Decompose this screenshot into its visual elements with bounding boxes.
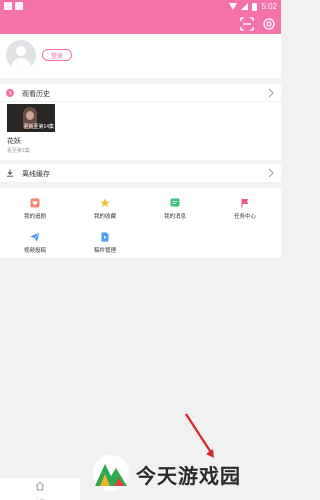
home-icon [35,481,45,491]
manuscript-management-label: 稿件管理 [93,248,116,254]
video-file-icon [101,232,109,242]
history-item-progress: 看至第1集 [7,148,30,154]
offline-cache-title: 离线缓存 [22,171,50,178]
user-card: 登录 [0,34,281,78]
download-icon [6,169,14,177]
chevron-right-icon [268,88,274,98]
paper-plane-icon [30,232,40,242]
history-clock-icon [6,89,14,97]
my-following-label: 我的追剧 [23,214,46,220]
wifi-icon [229,3,238,10]
message-icon [170,198,180,207]
offline-cache-row[interactable]: 离线缓存 [0,164,281,182]
avatar[interactable] [6,40,36,70]
clock: 5:02 [261,2,277,11]
notification-icon [4,2,12,10]
login-button[interactable]: 登录 [42,49,72,61]
watermark-logo-icon [93,455,129,491]
flag-icon [241,198,249,208]
notification-icons [4,2,23,10]
signal-icon [241,3,249,10]
tab-home[interactable]: 首页 [0,478,80,500]
video-submit-button[interactable]: 视频投稿 [0,232,70,258]
app-notification-icon [15,2,23,10]
my-favorites-button[interactable]: 我的收藏 [70,198,140,224]
task-center-label: 任务中心 [233,214,256,220]
history-item-title[interactable]: 花妖 [7,136,21,146]
watermark-text: 今天游戏园 [136,464,241,488]
watch-history-title: 观看历史 [22,91,50,98]
heart-tag-icon [30,198,40,208]
scan-icon[interactable] [240,17,254,31]
watch-history-header[interactable]: 观看历史 [0,84,281,102]
my-messages-label: 我的消息 [163,214,186,220]
status-bar: 5:02 [0,0,281,14]
manuscript-management-button[interactable]: 稿件管理 [70,232,140,258]
video-submit-label: 视频投稿 [23,248,46,254]
my-following-button[interactable]: 我的追剧 [0,198,70,224]
chevron-right-icon [268,168,274,178]
star-icon [100,198,110,207]
history-thumbnail[interactable]: 更新至第14集 [7,104,55,132]
task-center-button[interactable]: 任务中心 [210,198,280,224]
watermark: 今天游戏园 [88,452,281,500]
my-messages-button[interactable]: 我的消息 [140,198,210,224]
profile-header [0,14,281,34]
my-favorites-label: 我的收藏 [93,214,116,220]
gear-icon[interactable] [262,17,276,31]
battery-icon [252,2,258,11]
function-grid: 我的追剧 我的收藏 我的消息 任务中心 视频投稿 稿件管理 [0,188,281,258]
episode-badge: 更新至第14集 [23,124,54,130]
